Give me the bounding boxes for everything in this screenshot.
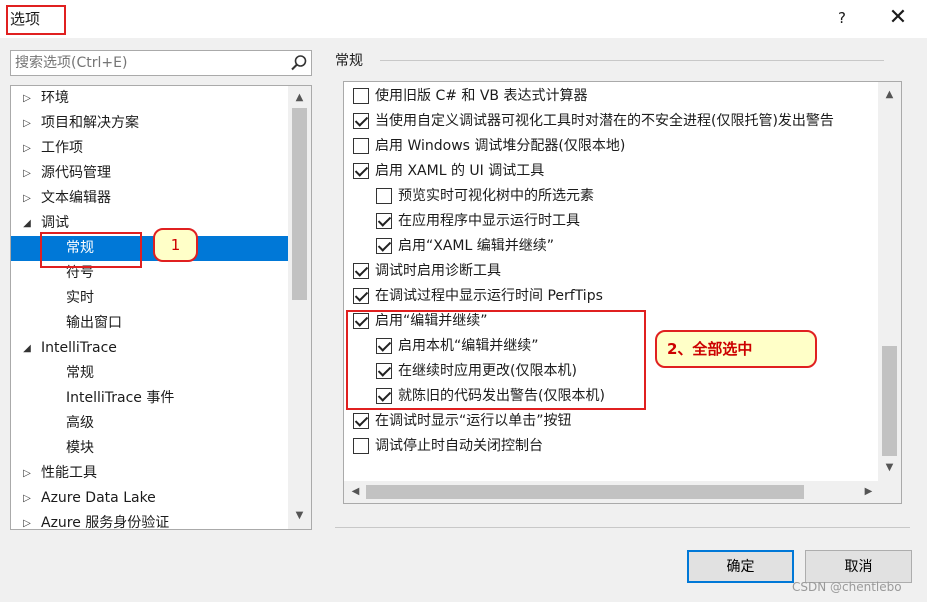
option-label: 预览实时可视化树中的所选元素 [398,188,594,204]
tree-item-label: 模块 [66,440,94,456]
tree-item-text-editor[interactable]: ▷ 文本编辑器 [11,186,288,211]
search-icon[interactable] [289,53,309,73]
tree-item-projects-solutions[interactable]: ▷ 项目和解决方案 [11,111,288,136]
option-label: 调试时启用诊断工具 [375,263,501,279]
search-input[interactable] [11,51,283,75]
scroll-up-icon[interactable]: ▲ [878,85,901,105]
option-label: 启用“XAML 编辑并继续” [398,238,555,254]
tree-item-source-control[interactable]: ▷ 源代码管理 [11,161,288,186]
option-label: 启用 XAML 的 UI 调试工具 [375,163,545,179]
options-panel: 使用旧版 C# 和 VB 表达式计算器 当使用自定义调试器可视化工具时对潜在的不… [343,81,902,504]
scroll-down-icon[interactable]: ▼ [288,506,311,526]
expand-arrow-icon[interactable]: ▷ [20,86,34,111]
expand-arrow-icon[interactable]: ▷ [20,136,34,161]
footer-divider [335,527,910,528]
options-vertical-scrollbar[interactable]: ▲ ▼ [878,82,901,481]
tree-item-label: 项目和解决方案 [41,115,139,131]
section-divider [380,60,884,61]
collapse-arrow-icon[interactable]: ◢ [20,336,34,361]
scroll-up-icon[interactable]: ▲ [288,88,311,108]
annotation-bubble-2: 2、全部选中 [655,330,817,368]
annotation-bubble-1: 1 [153,228,198,262]
section-title: 常规 [335,53,363,69]
checkbox[interactable] [353,163,369,179]
checkbox[interactable] [376,238,392,254]
option-label: 当使用自定义调试器可视化工具时对潜在的不安全进程(仅限托管)发出警告 [375,113,834,129]
tree-item-environment[interactable]: ▷ 环境 [11,86,288,111]
tree-item-label: 性能工具 [41,465,97,481]
expand-arrow-icon[interactable]: ▷ [20,511,34,529]
tree-scroll-thumb[interactable] [292,108,307,300]
option-label: 在调试时显示“运行以单击”按钮 [375,413,572,429]
tree-item-modules[interactable]: 模块 [11,436,288,461]
vertical-scroll-thumb[interactable] [882,346,897,456]
tree-item-intellitrace-general[interactable]: 常规 [11,361,288,386]
tree-item-azure-auth[interactable]: ▷ Azure 服务身份验证 [11,511,288,530]
expand-arrow-icon[interactable]: ▷ [20,161,34,186]
tree-item-label: 实时 [66,290,94,306]
cancel-button[interactable]: 取消 [805,550,912,583]
option-label: 在应用程序中显示运行时工具 [398,213,580,229]
checkbox[interactable] [353,413,369,429]
scroll-left-icon[interactable]: ◀ [344,482,367,502]
tree-item-label: IntelliTrace [41,340,117,356]
expand-arrow-icon[interactable]: ▷ [20,111,34,136]
help-button[interactable]: ? [830,6,854,30]
options-horizontal-scrollbar[interactable]: ◀ ▶ [344,481,880,503]
tree-item-azure-data-lake[interactable]: ▷ Azure Data Lake [11,486,288,511]
tree-item-label: 输出窗口 [66,315,122,331]
collapse-arrow-icon[interactable]: ◢ [20,211,34,236]
title-bar: 选项 ? ✕ [0,0,927,38]
tree-item-intellitrace[interactable]: ◢ IntelliTrace [11,336,288,361]
expand-arrow-icon[interactable]: ▷ [20,486,34,511]
option-label: 调试停止时自动关闭控制台 [375,438,543,454]
search-box[interactable] [10,50,312,76]
scroll-right-icon[interactable]: ▶ [857,482,880,502]
close-button[interactable]: ✕ [880,5,916,31]
scroll-down-icon[interactable]: ▼ [878,458,901,478]
checkbox[interactable] [353,138,369,154]
checkbox[interactable] [353,288,369,304]
tree-item-label: 环境 [41,90,69,106]
tree-item-output-window[interactable]: 输出窗口 [11,311,288,336]
tree-scrollbar[interactable]: ▲ ▼ [288,86,311,529]
tree-item-intellitrace-events[interactable]: IntelliTrace 事件 [11,386,288,411]
option-label: 在调试过程中显示运行时间 PerfTips [375,288,603,304]
tree-item-label: Azure 服务身份验证 [41,515,170,530]
tree-item-work-items[interactable]: ▷ 工作项 [11,136,288,161]
expand-arrow-icon[interactable]: ▷ [20,461,34,486]
checkbox[interactable] [353,113,369,129]
annotation-box-2 [346,310,646,410]
tree-item-label: 文本编辑器 [41,190,111,206]
tree-item-performance-tools[interactable]: ▷ 性能工具 [11,461,288,486]
checkbox[interactable] [353,88,369,104]
expand-arrow-icon[interactable]: ▷ [20,186,34,211]
checkbox[interactable] [353,438,369,454]
tree-item-label: 高级 [66,415,94,431]
options-tree: ▷ 环境 ▷ 项目和解决方案 ▷ 工作项 ▷ 源代码管理 ▷ 文本编辑器 ◢ 调… [10,85,312,530]
watermark: CSDN @chentlebo [792,580,902,594]
horizontal-scroll-thumb[interactable] [366,485,804,499]
option-label: 使用旧版 C# 和 VB 表达式计算器 [375,88,588,104]
tree-item-label: 源代码管理 [41,165,111,181]
scrollbar-corner [878,481,901,503]
annotation-title-box [6,5,66,35]
checkbox[interactable] [353,263,369,279]
checkbox[interactable] [376,213,392,229]
option-label: 启用 Windows 调试堆分配器(仅限本地) [375,138,626,154]
tree-item-just-in-time[interactable]: 实时 [11,286,288,311]
tree-item-label: IntelliTrace 事件 [66,390,175,406]
tree-item-label: 常规 [66,365,94,381]
tree-item-label: 工作项 [41,140,83,156]
tree-item-label: Azure Data Lake [41,490,156,506]
annotation-box-1 [40,232,142,268]
tree-item-advanced[interactable]: 高级 [11,411,288,436]
checkbox[interactable] [376,188,392,204]
ok-button[interactable]: 确定 [687,550,794,583]
